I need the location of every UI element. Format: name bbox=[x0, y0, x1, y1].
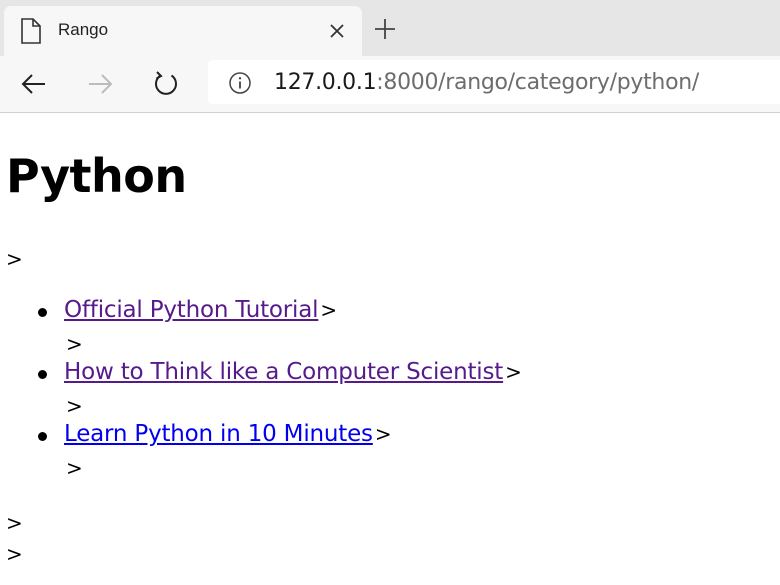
page-link-learn-python-in-10-minutes[interactable]: Learn Python in 10 Minutes > bbox=[64, 421, 392, 447]
arrow-right-icon[interactable] bbox=[84, 68, 116, 100]
reload-icon[interactable] bbox=[150, 68, 182, 100]
arrow-left-icon[interactable] bbox=[18, 68, 50, 100]
info-icon[interactable] bbox=[228, 71, 252, 95]
link-suffix-marker: > bbox=[374, 422, 392, 446]
link-suffix-marker: > bbox=[320, 298, 337, 322]
list-item-marker: > bbox=[66, 456, 83, 480]
page-link-label: Official Python Tutorial bbox=[64, 297, 319, 323]
footer-marker: > bbox=[6, 542, 23, 566]
list-item-marker: > bbox=[66, 394, 83, 418]
page-link-label: Learn Python in 10 Minutes bbox=[64, 421, 373, 447]
list-item-marker: > bbox=[66, 332, 83, 356]
address-bar[interactable]: 127.0.0.1:8000/rango/category/python/ bbox=[208, 60, 780, 104]
page-link-official-python-tutorial[interactable]: Official Python Tutorial > bbox=[64, 297, 337, 323]
plus-icon[interactable] bbox=[372, 16, 398, 42]
browser-window: Rango 127.0.0.1:8000/rango/category/pyth… bbox=[0, 0, 780, 585]
tab-strip: Rango bbox=[0, 0, 780, 56]
page-content: Python > Official Python Tutorial > > How… bbox=[0, 113, 780, 585]
footer-marker: > bbox=[6, 511, 23, 535]
list-bullet bbox=[38, 308, 47, 317]
close-icon[interactable] bbox=[326, 20, 348, 42]
page-link-how-to-think-like-a-computer-scientist[interactable]: How to Think like a Computer Scientist > bbox=[64, 359, 522, 385]
navigation-toolbar: 127.0.0.1:8000/rango/category/python/ bbox=[0, 56, 780, 113]
list-bullet bbox=[38, 370, 47, 379]
page-title: Python bbox=[6, 149, 187, 203]
url-text[interactable]: 127.0.0.1:8000/rango/category/python/ bbox=[274, 70, 699, 95]
tab-title: Rango bbox=[58, 20, 109, 39]
page-icon bbox=[21, 18, 41, 44]
url-host: 127.0.0.1 bbox=[274, 70, 377, 95]
list-bullet bbox=[38, 432, 47, 441]
page-link-label: How to Think like a Computer Scientist bbox=[64, 359, 504, 385]
tab-rango[interactable]: Rango bbox=[4, 6, 362, 56]
url-path: :8000/rango/category/python/ bbox=[376, 70, 699, 95]
stray-marker: > bbox=[6, 247, 23, 271]
link-suffix-marker: > bbox=[505, 360, 522, 384]
